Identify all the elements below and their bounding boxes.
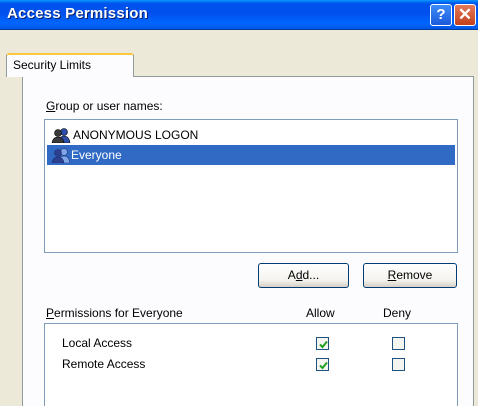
access-permission-dialog: Access Permission ? ✕ Security Limits Gr…: [0, 0, 478, 406]
checkmark-icon: [319, 340, 328, 349]
group-user-listbox[interactable]: ANONYMOUS LOGON Everyone: [44, 119, 458, 253]
window-title: Access Permission: [7, 5, 148, 22]
group-or-user-names-label: Group or user names:: [46, 99, 163, 113]
help-button[interactable]: ?: [430, 4, 452, 26]
permission-row-label: Remote Access: [62, 357, 146, 371]
deny-column-header: Deny: [383, 306, 412, 320]
close-button[interactable]: ✕: [454, 4, 476, 26]
users-icon: [51, 128, 71, 143]
dialog-margin: [0, 76, 22, 406]
list-item-everyone[interactable]: Everyone: [47, 145, 455, 165]
allow-column-header: Allow: [306, 306, 335, 320]
remote-access-deny-checkbox[interactable]: [392, 358, 405, 371]
users-icon: [51, 148, 71, 163]
remote-access-allow-checkbox[interactable]: [316, 358, 329, 371]
remove-button[interactable]: Remove: [363, 263, 457, 288]
checkmark-icon: [319, 361, 328, 370]
list-item-label: Everyone: [71, 148, 122, 162]
permissions-label: Permissions for Everyone: [46, 306, 183, 320]
title-bar[interactable]: Access Permission ? ✕: [0, 0, 478, 30]
local-access-allow-checkbox[interactable]: [316, 337, 329, 350]
list-item-anonymous-logon[interactable]: ANONYMOUS LOGON: [49, 125, 202, 145]
add-button[interactable]: Add...: [258, 263, 349, 288]
local-access-deny-checkbox[interactable]: [392, 337, 405, 350]
tab-security-limits[interactable]: Security Limits: [6, 53, 134, 77]
permission-row-label: Local Access: [62, 336, 133, 350]
list-item-label: ANONYMOUS LOGON: [73, 128, 199, 142]
